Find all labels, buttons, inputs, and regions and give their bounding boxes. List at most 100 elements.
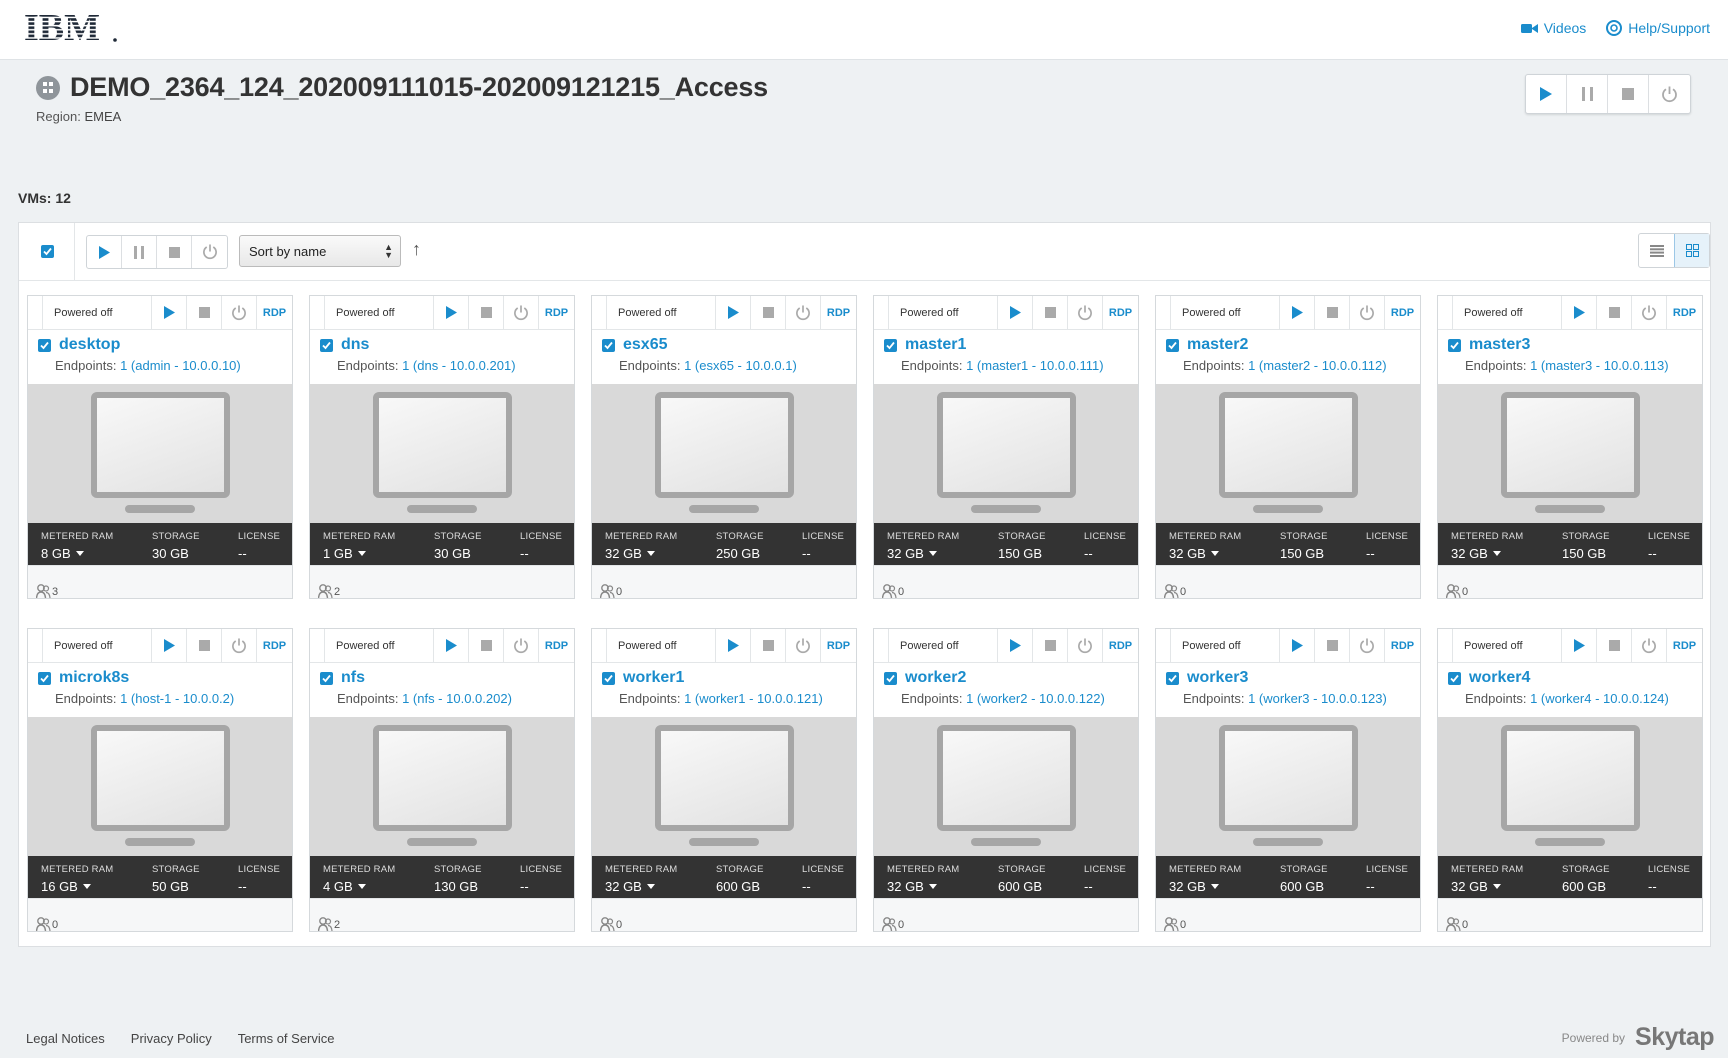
vm-ram-dropdown[interactable]: 32 GB bbox=[1169, 546, 1219, 561]
vm-console-thumbnail[interactable] bbox=[28, 384, 292, 523]
vm-shutdown-button[interactable] bbox=[469, 629, 504, 662]
users-icon[interactable] bbox=[600, 917, 615, 931]
vm-name-link[interactable]: master2 bbox=[1187, 336, 1248, 354]
vm-endpoint-link[interactable]: 1 (worker4 - 10.0.0.124) bbox=[1530, 691, 1669, 706]
vm-endpoint-link[interactable]: 1 (esx65 - 10.0.0.1) bbox=[684, 358, 797, 373]
vm-ram-dropdown[interactable]: 16 GB bbox=[41, 879, 91, 894]
terms-of-service-link[interactable]: Terms of Service bbox=[238, 1031, 335, 1046]
vm-shutdown-button[interactable] bbox=[1315, 296, 1350, 329]
vm-rdp-button[interactable]: RDP bbox=[1667, 629, 1702, 662]
vm-name-link[interactable]: master1 bbox=[905, 336, 966, 354]
vm-console-thumbnail[interactable] bbox=[874, 384, 1138, 523]
vm-select-checkbox[interactable] bbox=[602, 671, 615, 685]
vm-ram-dropdown[interactable]: 1 GB bbox=[323, 546, 366, 561]
users-icon[interactable] bbox=[600, 584, 615, 598]
vm-endpoint-link[interactable]: 1 (dns - 10.0.0.201) bbox=[402, 358, 515, 373]
select-all-checkbox[interactable] bbox=[41, 245, 54, 258]
vm-endpoint-link[interactable]: 1 (master2 - 10.0.0.112) bbox=[1248, 358, 1387, 373]
vm-power-off-button[interactable] bbox=[222, 629, 257, 662]
vm-power-off-button[interactable] bbox=[786, 296, 821, 329]
vm-name-link[interactable]: worker1 bbox=[623, 669, 684, 687]
vm-shutdown-button[interactable] bbox=[1597, 296, 1632, 329]
vm-rdp-button[interactable]: RDP bbox=[1385, 296, 1420, 329]
vm-select-checkbox[interactable] bbox=[884, 671, 897, 685]
vm-console-thumbnail[interactable] bbox=[1438, 384, 1702, 523]
skytap-logo[interactable]: Skytap bbox=[1635, 1023, 1714, 1052]
users-icon[interactable] bbox=[1164, 917, 1179, 931]
vm-name-link[interactable]: dns bbox=[341, 336, 369, 354]
vm-run-button[interactable] bbox=[1562, 629, 1597, 662]
sort-direction-toggle[interactable]: ↑ bbox=[412, 239, 421, 260]
sort-select[interactable]: Sort by name ▲ ▼ bbox=[239, 235, 401, 267]
vm-rdp-button[interactable]: RDP bbox=[257, 629, 292, 662]
vm-shutdown-button[interactable] bbox=[1033, 629, 1068, 662]
grid-view-button[interactable] bbox=[1674, 234, 1709, 267]
vm-shutdown-button[interactable] bbox=[187, 629, 222, 662]
vm-run-button[interactable] bbox=[998, 296, 1033, 329]
vm-run-button[interactable] bbox=[1280, 629, 1315, 662]
users-icon[interactable] bbox=[318, 917, 333, 931]
vm-ram-dropdown[interactable]: 32 GB bbox=[605, 546, 655, 561]
vm-shutdown-button[interactable] bbox=[1033, 296, 1068, 329]
vm-ram-dropdown[interactable]: 8 GB bbox=[41, 546, 84, 561]
help-support-link[interactable]: Help/Support bbox=[1606, 20, 1710, 36]
vm-ram-dropdown[interactable]: 32 GB bbox=[1451, 879, 1501, 894]
vm-console-thumbnail[interactable] bbox=[28, 717, 292, 856]
vm-shutdown-button[interactable] bbox=[469, 296, 504, 329]
vm-name-link[interactable]: worker4 bbox=[1469, 669, 1530, 687]
vm-select-checkbox[interactable] bbox=[1166, 671, 1179, 685]
vm-ram-dropdown[interactable]: 32 GB bbox=[1169, 879, 1219, 894]
vm-rdp-button[interactable]: RDP bbox=[1667, 296, 1702, 329]
run-selected-button[interactable] bbox=[87, 236, 122, 268]
suspend-environment-button[interactable] bbox=[1567, 75, 1608, 113]
vm-ram-dropdown[interactable]: 32 GB bbox=[887, 879, 937, 894]
users-icon[interactable] bbox=[882, 917, 897, 931]
vm-power-off-button[interactable] bbox=[504, 629, 539, 662]
shutdown-selected-button[interactable] bbox=[157, 236, 192, 268]
vm-console-thumbnail[interactable] bbox=[874, 717, 1138, 856]
users-icon[interactable] bbox=[882, 584, 897, 598]
vm-rdp-button[interactable]: RDP bbox=[257, 296, 292, 329]
users-icon[interactable] bbox=[1164, 584, 1179, 598]
vm-select-checkbox[interactable] bbox=[884, 338, 897, 352]
vm-rdp-button[interactable]: RDP bbox=[539, 629, 574, 662]
privacy-policy-link[interactable]: Privacy Policy bbox=[131, 1031, 212, 1046]
vm-shutdown-button[interactable] bbox=[751, 629, 786, 662]
vm-shutdown-button[interactable] bbox=[1315, 629, 1350, 662]
vm-console-thumbnail[interactable] bbox=[1156, 717, 1420, 856]
vm-endpoint-link[interactable]: 1 (host-1 - 10.0.0.2) bbox=[120, 691, 234, 706]
vm-run-button[interactable] bbox=[716, 296, 751, 329]
vm-power-off-button[interactable] bbox=[504, 296, 539, 329]
vm-select-checkbox[interactable] bbox=[602, 338, 615, 352]
vm-endpoint-link[interactable]: 1 (nfs - 10.0.0.202) bbox=[402, 691, 512, 706]
vm-rdp-button[interactable]: RDP bbox=[539, 296, 574, 329]
vm-name-link[interactable]: worker2 bbox=[905, 669, 966, 687]
vm-run-button[interactable] bbox=[998, 629, 1033, 662]
users-icon[interactable] bbox=[1446, 584, 1461, 598]
vm-rdp-button[interactable]: RDP bbox=[1103, 296, 1138, 329]
vm-run-button[interactable] bbox=[1280, 296, 1315, 329]
vm-select-checkbox[interactable] bbox=[38, 671, 51, 685]
vm-run-button[interactable] bbox=[716, 629, 751, 662]
shutdown-environment-button[interactable] bbox=[1608, 75, 1649, 113]
vm-select-checkbox[interactable] bbox=[1448, 338, 1461, 352]
vm-console-thumbnail[interactable] bbox=[1156, 384, 1420, 523]
vm-run-button[interactable] bbox=[1562, 296, 1597, 329]
vm-name-link[interactable]: nfs bbox=[341, 669, 365, 687]
vm-ram-dropdown[interactable]: 32 GB bbox=[1451, 546, 1501, 561]
vm-select-checkbox[interactable] bbox=[320, 338, 333, 352]
vm-console-thumbnail[interactable] bbox=[1438, 717, 1702, 856]
power-off-environment-button[interactable] bbox=[1649, 75, 1690, 113]
vm-name-link[interactable]: desktop bbox=[59, 336, 120, 354]
vm-endpoint-link[interactable]: 1 (admin - 10.0.0.10) bbox=[120, 358, 241, 373]
vm-run-button[interactable] bbox=[152, 629, 187, 662]
vm-select-checkbox[interactable] bbox=[1166, 338, 1179, 352]
vm-power-off-button[interactable] bbox=[1350, 296, 1385, 329]
vm-power-off-button[interactable] bbox=[1632, 296, 1667, 329]
vm-run-button[interactable] bbox=[152, 296, 187, 329]
vm-power-off-button[interactable] bbox=[786, 629, 821, 662]
vm-shutdown-button[interactable] bbox=[751, 296, 786, 329]
vm-power-off-button[interactable] bbox=[1350, 629, 1385, 662]
vm-console-thumbnail[interactable] bbox=[592, 717, 856, 856]
power-off-selected-button[interactable] bbox=[192, 236, 227, 268]
